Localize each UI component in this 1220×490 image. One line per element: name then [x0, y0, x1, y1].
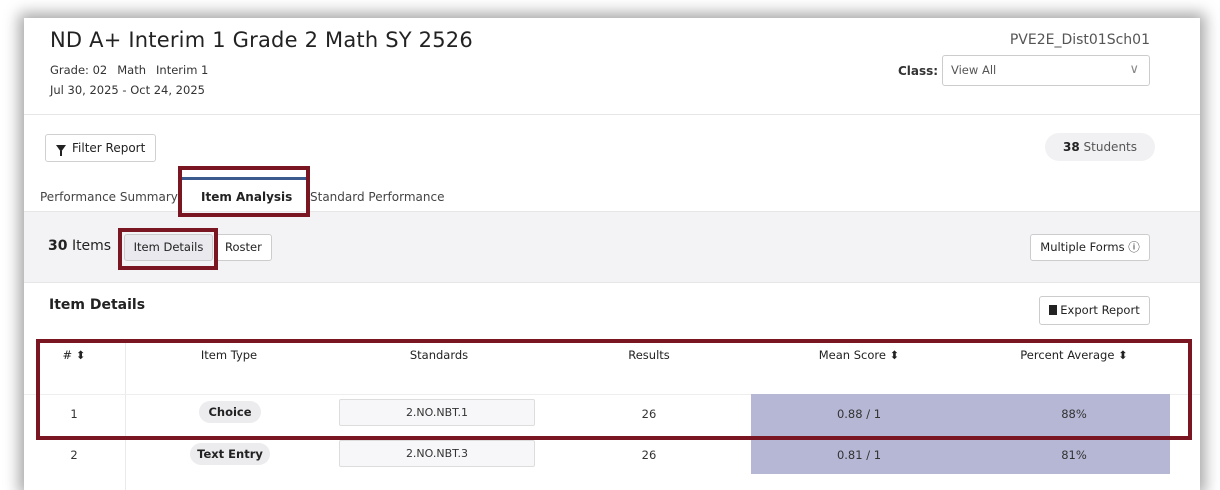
file-icon — [1049, 305, 1058, 315]
chevron-down-icon: ∨ — [1129, 62, 1139, 77]
school-name: PVE2E_Dist01Sch01 — [1009, 32, 1150, 48]
annotation-highlight-tab — [178, 166, 310, 217]
class-select-value: View All — [951, 63, 997, 77]
report-window: ND A+ Interim 1 Grade 2 Math SY 2526 Gra… — [24, 18, 1200, 490]
annotation-highlight-details — [118, 228, 218, 270]
filter-report-label: Filter Report — [72, 141, 146, 155]
date-range: Jul 30, 2025 - Oct 24, 2025 — [50, 83, 205, 97]
mean-score: 0.81 / 1 — [836, 448, 882, 462]
results-count: 26 — [641, 448, 657, 462]
page-title: ND A+ Interim 1 Grade 2 Math SY 2526 — [50, 28, 473, 52]
items-count-number: 30 — [48, 238, 68, 254]
assessment-label: Interim 1 — [156, 63, 209, 77]
class-select[interactable]: View All ∨ — [942, 55, 1150, 86]
grade-label: Grade: 02 — [50, 63, 108, 77]
percent-average: 81% — [1061, 448, 1087, 462]
subject-label: Math — [117, 63, 147, 77]
annotation-highlight-row — [36, 339, 1192, 440]
student-count-label: Students — [1083, 140, 1138, 154]
student-count: 38 — [1062, 140, 1080, 154]
filter-icon — [56, 144, 66, 156]
filter-report-button[interactable]: Filter Report — [45, 134, 157, 162]
multiple-forms-button[interactable]: Multiple Forms ⓘ — [1030, 234, 1150, 261]
tab-standard-performance[interactable]: Standard Performance — [310, 190, 444, 204]
export-report-label: Export Report — [1060, 303, 1140, 317]
items-count: 30 Items — [48, 238, 111, 254]
class-label: Class: — [898, 64, 939, 78]
item-number: 2 — [70, 448, 78, 462]
student-count-badge: 38 Students — [1045, 133, 1155, 161]
divider — [24, 114, 1200, 115]
tab-performance-summary[interactable]: Performance Summary — [40, 190, 178, 204]
section-title: Item Details — [49, 297, 146, 313]
export-report-button[interactable]: Export Report — [1039, 296, 1150, 325]
standard-code: 2.NO.NBT.3 — [339, 440, 535, 467]
item-type-badge: Text Entry — [190, 443, 270, 465]
items-count-label: Items — [71, 238, 112, 254]
roster-button[interactable]: Roster — [215, 234, 272, 261]
assessment-meta: Grade: 02 Math Interim 1 — [50, 63, 218, 77]
